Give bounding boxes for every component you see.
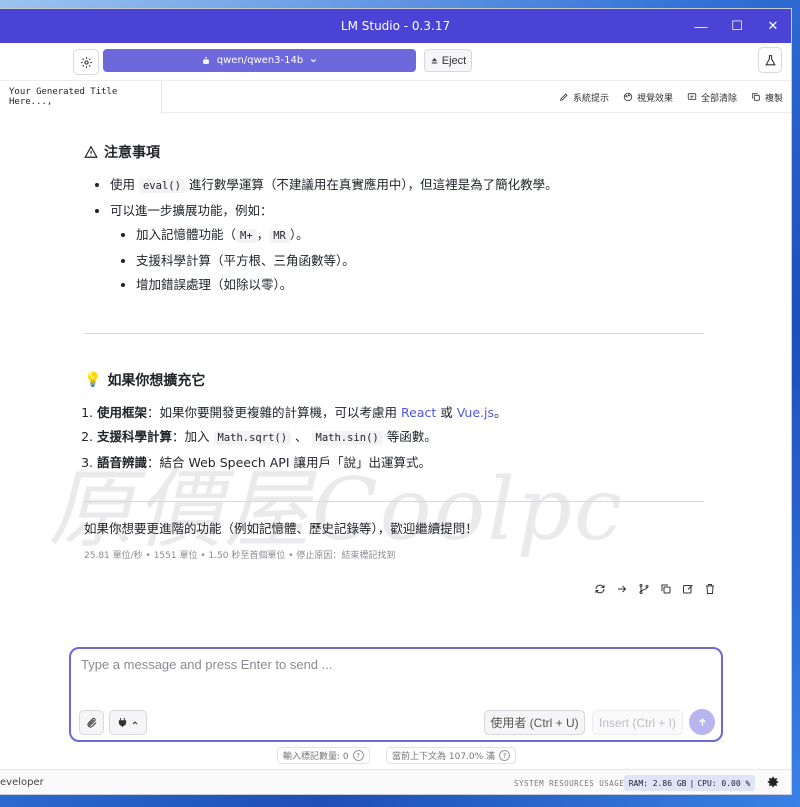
branch-button[interactable] — [637, 582, 650, 595]
chat-tab[interactable]: Your Generated Title Here..., — [0, 81, 162, 113]
appearance-label: 視覺效果 — [636, 93, 673, 104]
mode-switch[interactable]: eveloper — [0, 777, 44, 788]
flask-icon — [764, 54, 776, 65]
list-item: 語音辨識：結合 Web Speech API 讓用戶「說」出運算式。 — [97, 454, 704, 471]
title-bar: LM Studio - 0.3.17 — ☐ ✕ — [0, 9, 791, 43]
section-heading: 注意事項 — [84, 142, 704, 162]
window-controls: — ☐ ✕ — [683, 9, 791, 43]
palette-icon — [623, 92, 633, 102]
eject-icon — [431, 57, 437, 64]
divider — [84, 501, 704, 502]
extend-section: 💡 如果你想擴充它 — [84, 370, 704, 390]
lab-button[interactable] — [758, 47, 782, 73]
notes-section: 注意事項 — [84, 142, 704, 162]
model-selector-button[interactable]: qwen/qwen3-14b — [103, 49, 416, 72]
status-bar: eveloper SYSTEM RESOURCES USAGE: RAM: 2.… — [0, 769, 791, 794]
top-toolbar: qwen/qwen3-14b Eject — [0, 43, 791, 81]
help-icon[interactable]: ? — [499, 750, 511, 761]
chevron-up-icon — [132, 720, 138, 724]
token-counters: 輸入標記數量: 0 ? 當前上下文為 107.0% 滿 ? — [0, 747, 791, 765]
robot-icon — [202, 56, 209, 64]
plug-icon — [118, 717, 127, 728]
chat-actions: 系統提示 視覺效果 全部清除 複製 — [559, 81, 783, 113]
resources-readout: RAM: 2.86 GB | CPU: 0.00 % — [624, 775, 755, 791]
copy-message-button[interactable] — [659, 582, 672, 595]
model-name: qwen/qwen3-14b — [216, 55, 304, 66]
paperclip-icon — [87, 717, 96, 727]
input-token-counter: 輸入標記數量: 0 ? — [277, 747, 370, 764]
trash-icon — [705, 583, 714, 594]
react-link[interactable]: React — [401, 405, 436, 420]
list-item: 使用框架：如果你要開發更複雜的計算機，可以考慮用 React 或 Vue.js。 — [97, 404, 704, 421]
plugins-button[interactable] — [109, 710, 147, 735]
message-input[interactable] — [81, 657, 701, 687]
extend-list: 使用框架：如果你要開發更複雜的計算機，可以考慮用 React 或 Vue.js。… — [84, 404, 704, 478]
message-composer: 使用者 (Ctrl + U) Insert (Ctrl + I) — [69, 647, 723, 742]
list-item: 增加錯誤處理（如除以零）。 — [136, 276, 704, 293]
list-item: 使用 eval() 進行數學運算（不建議用在真實應用中），但這裡是為了簡化教學。 — [110, 176, 704, 195]
lightbulb-icon: 💡 — [84, 372, 102, 388]
list-item: 支援科學計算（平方根、三角函數等）。 — [136, 252, 704, 269]
system-prompt-button[interactable]: 系統提示 — [559, 91, 609, 104]
regenerate-icon — [595, 584, 604, 593]
eject-label: Eject — [441, 54, 467, 67]
continue-button[interactable] — [615, 582, 628, 595]
chat-area: 注意事項 使用 eval() 進行數學運算（不建議用在真實應用中），但這裡是為了… — [0, 114, 791, 639]
settings-button[interactable] — [73, 49, 99, 75]
branch-icon — [639, 583, 648, 594]
role-button[interactable]: 使用者 (Ctrl + U) — [484, 710, 585, 735]
attach-button[interactable] — [79, 710, 104, 735]
send-button[interactable] — [689, 709, 715, 735]
arrow-up-icon — [698, 717, 706, 726]
system-prompt-icon — [560, 93, 568, 101]
copy-icon — [661, 584, 670, 593]
regenerate-button[interactable] — [593, 582, 606, 595]
section-heading: 💡 如果你想擴充它 — [84, 372, 206, 389]
chevron-down-icon — [311, 58, 317, 63]
warning-icon — [84, 145, 98, 158]
closing-text: 如果你想要更進階的功能（例如記憶體、歷史記錄等），歡迎繼續提問！ — [84, 521, 478, 536]
list-item: 加入記憶體功能（M+，MR）。 — [136, 226, 704, 245]
list-item: 支援科學計算：加入 Math.sqrt() 、 Math.sin() 等函數。 — [97, 428, 704, 447]
close-button[interactable]: ✕ — [755, 9, 791, 43]
copy-icon — [752, 93, 760, 101]
system-prompt-label: 系統提示 — [572, 93, 609, 104]
tab-row: Your Generated Title Here..., 系統提示 視覺效果 … — [0, 81, 791, 113]
clear-all-label: 全部清除 — [700, 93, 737, 104]
copy-button[interactable]: 複製 — [751, 91, 783, 104]
message-actions — [593, 582, 716, 595]
arrow-right-icon — [617, 585, 626, 592]
app-window: LM Studio - 0.3.17 — ☐ ✕ qwen/qwen3-14b … — [0, 8, 792, 795]
generation-stats: 25.81 單位/秒 • 1551 單位 • 1.50 秒至首個單位 • 停止原… — [84, 551, 396, 561]
delete-button[interactable] — [703, 582, 716, 595]
gear-icon[interactable] — [766, 775, 780, 789]
copy-label: 複製 — [764, 93, 783, 104]
maximize-button[interactable]: ☐ — [719, 9, 755, 43]
clear-all-icon — [687, 93, 697, 100]
notes-list: 使用 eval() 進行數學運算（不建議用在真實應用中），但這裡是為了簡化教學。… — [84, 176, 704, 300]
gear-icon — [80, 56, 92, 68]
appearance-button[interactable]: 視覺效果 — [623, 91, 673, 104]
window-title: LM Studio - 0.3.17 — [340, 19, 451, 33]
resources-label: SYSTEM RESOURCES USAGE: — [514, 779, 630, 788]
clear-all-button[interactable]: 全部清除 — [687, 91, 737, 104]
insert-button[interactable]: Insert (Ctrl + I) — [592, 710, 683, 735]
minimize-button[interactable]: — — [683, 9, 719, 43]
list-item: 可以進一步擴展功能，例如： 加入記憶體功能（M+，MR）。 支援科學計算（平方根… — [110, 202, 704, 293]
divider — [84, 333, 704, 334]
help-icon[interactable]: ? — [352, 750, 364, 761]
context-usage-counter: 當前上下文為 107.0% 滿 ? — [386, 747, 517, 764]
eject-button[interactable]: Eject — [424, 49, 472, 72]
vue-link[interactable]: Vue.js — [457, 405, 494, 420]
edit-button[interactable] — [681, 582, 694, 595]
edit-icon — [682, 584, 693, 593]
